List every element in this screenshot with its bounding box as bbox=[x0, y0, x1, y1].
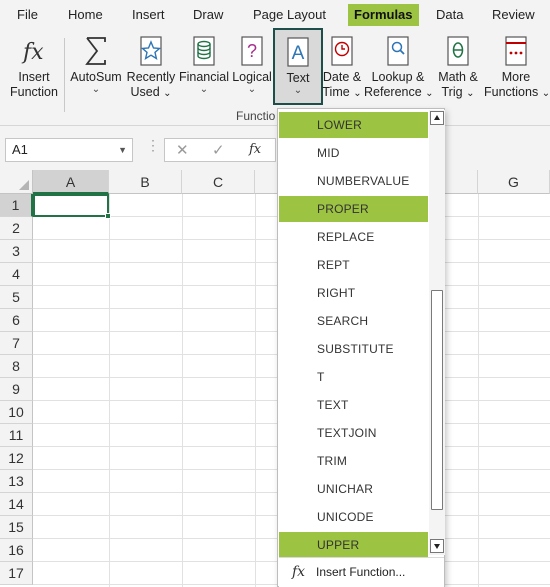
svg-text:A: A bbox=[292, 43, 305, 64]
chevron-down-icon: ⌄ bbox=[199, 84, 209, 95]
logical-button[interactable]: ? Logical ⌄ bbox=[231, 34, 273, 95]
column-header-f[interactable] bbox=[445, 170, 478, 194]
scrollbar-thumb[interactable] bbox=[431, 290, 443, 510]
function-item-upper[interactable]: UPPER bbox=[279, 532, 428, 558]
function-item-unichar[interactable]: UNICHAR bbox=[279, 476, 428, 502]
chevron-down-icon: ⌄ bbox=[293, 85, 303, 96]
fill-handle[interactable] bbox=[105, 213, 111, 219]
enter-icon[interactable]: ✓ bbox=[212, 141, 225, 159]
row-header-12[interactable]: 12 bbox=[0, 447, 33, 470]
fx-icon: fx bbox=[292, 564, 306, 580]
date-time-button[interactable]: Date & Time ⌄ bbox=[322, 34, 362, 101]
name-box[interactable]: A1 ▼ bbox=[5, 138, 133, 162]
row-header-16[interactable]: 16 bbox=[0, 539, 33, 562]
math-trig-button[interactable]: Math & Trig ⌄ bbox=[434, 34, 482, 101]
cancel-icon[interactable]: ✕ bbox=[176, 141, 189, 159]
select-all-corner[interactable] bbox=[0, 170, 33, 194]
row-header-10[interactable]: 10 bbox=[0, 401, 33, 424]
chevron-down-icon[interactable]: ▼ bbox=[118, 139, 127, 161]
row-header-14[interactable]: 14 bbox=[0, 493, 33, 516]
row-header-5[interactable]: 5 bbox=[0, 286, 33, 309]
row-header-1[interactable]: 1 bbox=[0, 194, 33, 217]
function-item-t[interactable]: T bbox=[279, 364, 428, 390]
row-header-6[interactable]: 6 bbox=[0, 309, 33, 332]
function-item-trim[interactable]: TRIM bbox=[279, 448, 428, 474]
tab-draw[interactable]: Draw bbox=[187, 4, 229, 26]
svg-text:?: ? bbox=[247, 41, 257, 61]
row-header-17[interactable]: 17 bbox=[0, 562, 33, 585]
text-a-icon: A bbox=[283, 35, 313, 69]
row-header-3[interactable]: 3 bbox=[0, 240, 33, 263]
row-header-4[interactable]: 4 bbox=[0, 263, 33, 286]
insert-function-menu-item[interactable]: fx Insert Function... bbox=[279, 557, 444, 587]
formula-tools: ✕ ✓ fx bbox=[164, 138, 276, 162]
function-item-textjoin[interactable]: TEXTJOIN bbox=[279, 420, 428, 446]
dropdown-scrollbar[interactable] bbox=[429, 110, 445, 555]
fx-icon: fx bbox=[19, 34, 49, 68]
chevron-down-icon: ⌄ bbox=[91, 84, 101, 95]
cell-a1[interactable] bbox=[33, 194, 111, 219]
menu-bar: File Home Insert Draw Page Layout Formul… bbox=[0, 0, 550, 30]
group-label-function-library: Functio bbox=[236, 109, 276, 123]
column-header-b[interactable]: B bbox=[109, 170, 182, 194]
chevron-down-icon: ⌄ bbox=[247, 84, 257, 95]
tab-data[interactable]: Data bbox=[430, 4, 469, 26]
row-header-15[interactable]: 15 bbox=[0, 516, 33, 539]
function-item-search[interactable]: SEARCH bbox=[279, 308, 428, 334]
column-header-g[interactable]: G bbox=[478, 170, 550, 194]
row-header-2[interactable]: 2 bbox=[0, 217, 33, 240]
row-header-8[interactable]: 8 bbox=[0, 355, 33, 378]
autosum-button[interactable]: AutoSum ⌄ bbox=[68, 34, 124, 95]
lookup-reference-button[interactable]: Lookup & Reference ⌄ bbox=[364, 34, 434, 101]
function-item-mid[interactable]: MID bbox=[279, 140, 428, 166]
star-icon bbox=[136, 34, 166, 68]
function-item-right[interactable]: RIGHT bbox=[279, 280, 428, 306]
recently-used-button[interactable]: Recently Used ⌄ bbox=[125, 34, 177, 101]
tab-home[interactable]: Home bbox=[62, 4, 109, 26]
row-header-13[interactable]: 13 bbox=[0, 470, 33, 493]
tab-page-layout[interactable]: Page Layout bbox=[247, 4, 332, 26]
row-header-7[interactable]: 7 bbox=[0, 332, 33, 355]
tab-insert[interactable]: Insert bbox=[126, 4, 171, 26]
theta-icon bbox=[443, 34, 473, 68]
function-item-proper[interactable]: PROPER bbox=[279, 196, 428, 222]
more-functions-button[interactable]: More Functions ⌄ bbox=[484, 34, 550, 101]
formula-bar: A1 ▼ ⋮ ✕ ✓ fx bbox=[0, 126, 550, 170]
magnifier-icon bbox=[383, 34, 413, 68]
financial-button[interactable]: Financial ⌄ bbox=[178, 34, 230, 95]
function-item-text[interactable]: TEXT bbox=[279, 392, 428, 418]
tab-formulas[interactable]: Formulas bbox=[348, 4, 419, 26]
insert-function-fx-icon[interactable]: fx bbox=[249, 142, 261, 157]
sigma-icon bbox=[81, 34, 111, 68]
column-header-a[interactable]: A bbox=[33, 170, 109, 194]
function-item-replace[interactable]: REPLACE bbox=[279, 224, 428, 250]
database-icon bbox=[189, 34, 219, 68]
function-item-lower[interactable]: LOWER bbox=[279, 112, 428, 138]
row-header-9[interactable]: 9 bbox=[0, 378, 33, 401]
ribbon: fx Insert Function AutoSum ⌄ Recently Us… bbox=[0, 28, 550, 126]
row-header-11[interactable]: 11 bbox=[0, 424, 33, 447]
ribbon-separator bbox=[64, 38, 65, 112]
drag-handle-icon[interactable]: ⋮ bbox=[146, 138, 160, 152]
function-item-unicode[interactable]: UNICODE bbox=[279, 504, 428, 530]
text-button[interactable]: A Text ⌄ bbox=[273, 28, 323, 105]
insert-function-button[interactable]: fx Insert Function bbox=[6, 34, 62, 100]
svg-text:fx: fx bbox=[21, 40, 44, 65]
column-header-c[interactable]: C bbox=[182, 170, 255, 194]
tab-file[interactable]: File bbox=[11, 4, 44, 26]
tab-review[interactable]: Review bbox=[486, 4, 541, 26]
more-icon bbox=[501, 34, 531, 68]
clock-icon bbox=[327, 34, 357, 68]
text-functions-dropdown: LOWER MID NUMBERVALUE PROPER REPLACE REPT RIGH… bbox=[277, 108, 445, 587]
scroll-down-icon[interactable] bbox=[430, 539, 444, 553]
worksheet-grid: A B C G 1 2 3 4 5 6 7 8 9 10 11 12 13 14 15 16 17 bbox=[0, 170, 550, 587]
function-item-rept[interactable]: REPT bbox=[279, 252, 428, 278]
scroll-up-icon[interactable] bbox=[430, 111, 444, 125]
question-icon: ? bbox=[237, 34, 267, 68]
function-item-substitute[interactable]: SUBSTITUTE bbox=[279, 336, 428, 362]
function-item-numbervalue[interactable]: NUMBERVALUE bbox=[279, 168, 428, 194]
